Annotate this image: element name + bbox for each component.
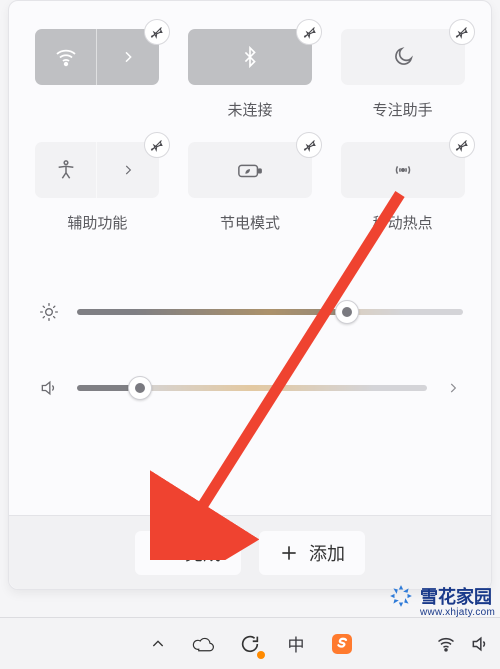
- unpin-icon: [302, 138, 317, 153]
- chevron-right-icon: [121, 163, 135, 177]
- quick-settings-panel: 未连接 专注助手: [8, 0, 492, 590]
- watermark-logo-icon: [388, 583, 414, 609]
- accessibility-icon: [55, 159, 77, 181]
- check-icon: [155, 543, 175, 563]
- volume-slider[interactable]: [77, 385, 427, 391]
- moon-icon: [392, 46, 414, 68]
- unpin-icon: [302, 25, 317, 40]
- wifi-button[interactable]: [35, 29, 159, 85]
- unpin-button[interactable]: [144, 19, 170, 45]
- unpin-button[interactable]: [296, 19, 322, 45]
- slider-thumb[interactable]: [128, 376, 152, 400]
- tiles-grid: 未连接 专注助手: [9, 1, 491, 233]
- slider-thumb[interactable]: [335, 300, 359, 324]
- taskbar: 中: [0, 617, 500, 669]
- plus-icon: [279, 543, 299, 563]
- unpin-icon: [454, 138, 469, 153]
- done-button[interactable]: 完成: [135, 531, 241, 575]
- sliders-section: [9, 233, 491, 441]
- bluetooth-icon: [239, 46, 261, 68]
- tile-wifi: [35, 29, 160, 120]
- brightness-row: [37, 289, 463, 335]
- tile-label: 节电模式: [220, 212, 280, 233]
- footer-bar: 完成 添加: [9, 515, 491, 589]
- unpin-icon: [454, 25, 469, 40]
- tile-focus-assist: 专注助手: [340, 29, 465, 120]
- tile-hotspot: 移动热点: [340, 142, 465, 233]
- tile-accessibility: 辅助功能: [35, 142, 160, 233]
- watermark-url: www.xhjaty.com: [420, 607, 495, 618]
- unpin-button[interactable]: [449, 19, 475, 45]
- tile-label: 移动热点: [373, 212, 433, 233]
- unpin-icon: [149, 25, 164, 40]
- chevron-right-icon: [446, 381, 460, 395]
- done-label: 完成: [185, 540, 221, 566]
- hotspot-button[interactable]: [341, 142, 465, 198]
- taskbar-systray: [436, 634, 490, 654]
- battery-saver-button[interactable]: [188, 142, 312, 198]
- bluetooth-button[interactable]: [188, 29, 312, 85]
- ime-indicator[interactable]: 中: [283, 631, 309, 657]
- volume-row: [37, 365, 463, 411]
- tile-battery-saver: 节电模式: [188, 142, 313, 233]
- windows-update-icon[interactable]: [237, 631, 263, 657]
- wifi-toggle-half[interactable]: [35, 29, 97, 85]
- battery-leaf-icon: [237, 160, 263, 180]
- unpin-button[interactable]: [449, 132, 475, 158]
- brightness-icon: [37, 302, 61, 322]
- unpin-button[interactable]: [144, 132, 170, 158]
- brightness-slider[interactable]: [77, 309, 463, 315]
- tile-label: 辅助功能: [67, 212, 127, 233]
- sogou-ime-icon[interactable]: [329, 631, 355, 657]
- add-button[interactable]: 添加: [259, 531, 365, 575]
- focus-assist-button[interactable]: [341, 29, 465, 85]
- accessibility-toggle-half[interactable]: [35, 142, 97, 198]
- tray-overflow-button[interactable]: [145, 631, 171, 657]
- volume-expand-button[interactable]: [443, 381, 463, 395]
- taskbar-center: 中: [145, 631, 355, 657]
- tile-label: 未连接: [227, 99, 272, 120]
- unpin-icon: [149, 138, 164, 153]
- tray-volume-icon[interactable]: [470, 634, 490, 654]
- tile-bluetooth: 未连接: [188, 29, 313, 120]
- accessibility-button[interactable]: [35, 142, 159, 198]
- add-label: 添加: [309, 540, 345, 566]
- watermark: 雪花家园 www.xhjaty.com: [388, 583, 492, 609]
- onedrive-icon[interactable]: [191, 631, 217, 657]
- unpin-button[interactable]: [296, 132, 322, 158]
- wifi-icon: [54, 45, 78, 69]
- hotspot-icon: [391, 159, 415, 181]
- tray-wifi-icon[interactable]: [436, 634, 456, 654]
- tile-label: 专注助手: [373, 99, 433, 120]
- watermark-brand: 雪花家园: [420, 583, 492, 609]
- chevron-right-icon: [120, 49, 136, 65]
- volume-icon: [37, 378, 61, 398]
